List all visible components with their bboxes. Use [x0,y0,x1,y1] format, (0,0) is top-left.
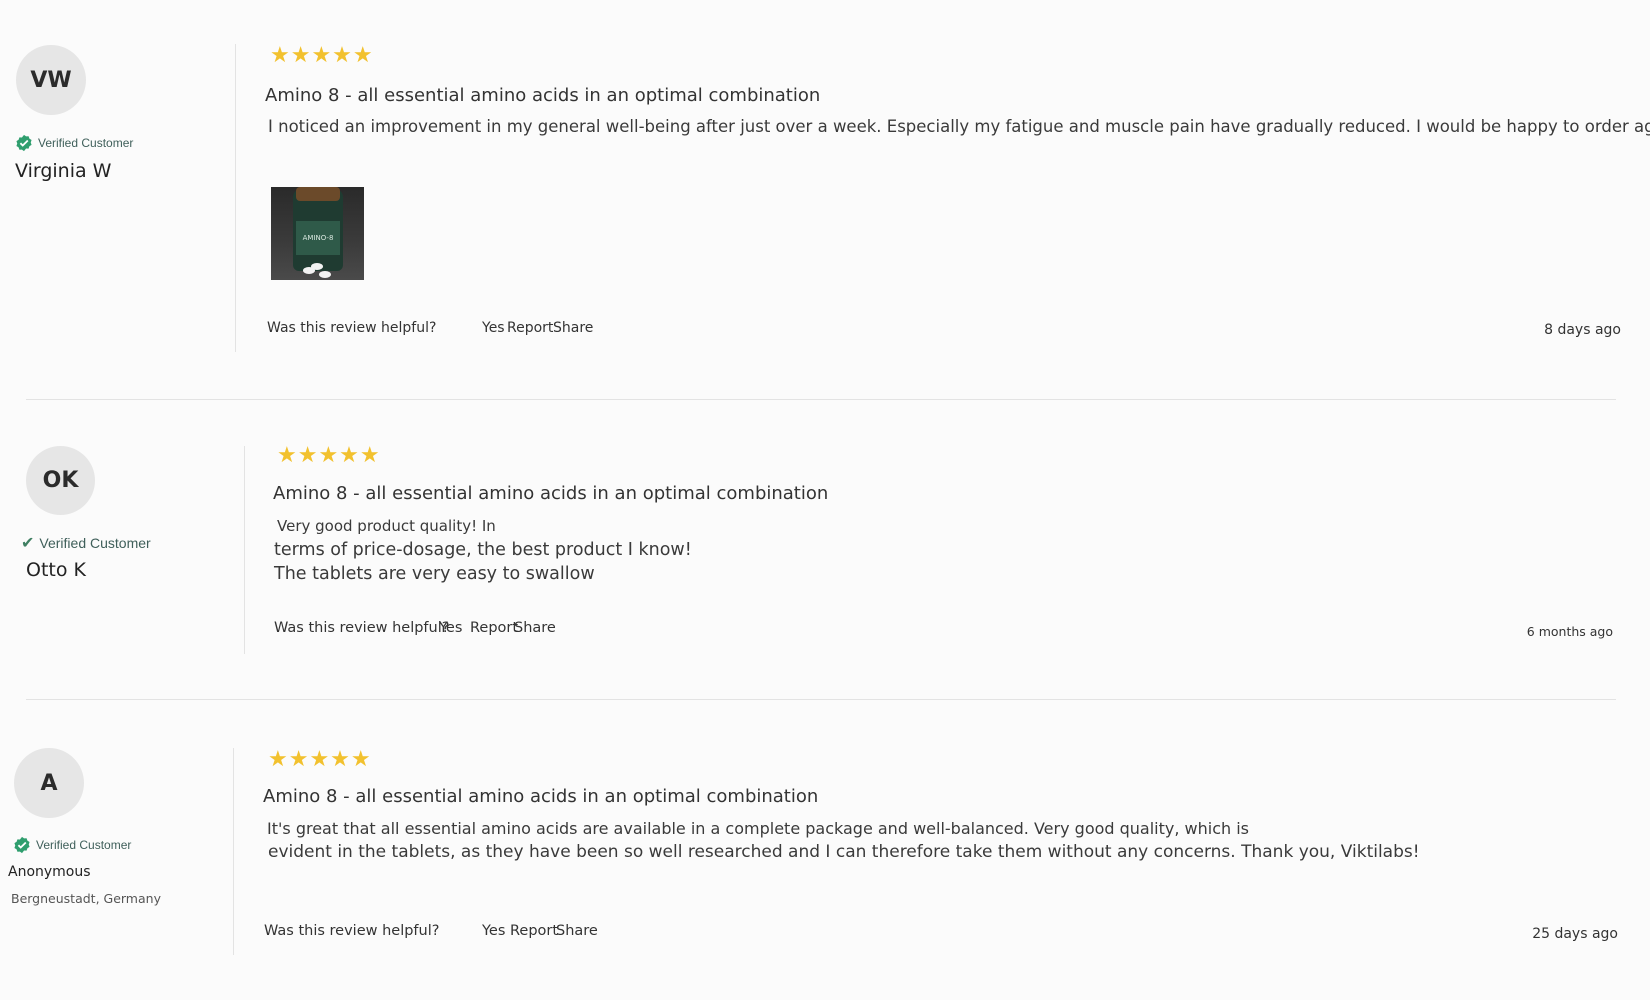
share-button[interactable]: Share [556,923,598,939]
yes-button[interactable]: Yes [482,320,505,336]
review-body-line: It's great that all essential amino acid… [267,819,1250,838]
reviewer-name: Virginia W [15,160,112,182]
checkmark-icon: ✔ [21,535,35,552]
divider [244,446,245,654]
review-body: I noticed an improvement in my general w… [268,117,1650,136]
divider [235,44,236,352]
review-body-line: Very good product quality! In [277,517,496,535]
helpful-prompt: Was this review helpful? [274,620,450,636]
verified-label: Verified Customer [38,136,134,150]
review-title: Amino 8 - all essential amino acids in a… [265,85,821,106]
bottle-label: AMINO-8 [296,221,340,255]
reviewer-location: Bergneustadt, Germany [11,891,161,906]
star-rating: ★★★★★ [270,43,374,68]
divider [233,748,234,955]
review-date: 8 days ago [1544,322,1621,338]
star-rating: ★★★★★ [277,443,381,468]
review-date: 25 days ago [1532,926,1618,942]
review-title: Amino 8 - all essential amino acids in a… [273,483,829,504]
review-date: 6 months ago [1526,624,1613,639]
avatar: OK [26,446,95,515]
reviewer-name: Otto K [26,559,86,581]
verified-label: Verified Customer [36,838,132,852]
review-separator [26,399,1616,400]
verified-badge-icon [15,134,33,152]
reviewer-name: Anonymous [8,864,91,880]
yes-button[interactable]: Yes [482,923,505,939]
helpful-prompt: Was this review helpful? [264,923,440,939]
review-body-line: The tablets are very easy to swallow [274,564,595,584]
report-button[interactable]: Report [507,320,553,336]
review-image[interactable]: AMINO-8 [271,187,364,280]
verified-customer-badge: Verified Customer [13,836,131,854]
review-title: Amino 8 - all essential amino acids in a… [263,786,819,807]
review-separator [26,699,1616,700]
report-button[interactable]: Report [470,620,518,636]
verified-customer-badge: ✔ Verified Customer [21,533,151,553]
yes-button[interactable]: Yes [439,620,462,636]
share-button[interactable]: Share [553,320,593,336]
pill [311,263,323,270]
share-button[interactable]: Share [514,620,556,636]
helpful-prompt: Was this review helpful? [267,320,437,336]
verified-customer-badge: Verified Customer [15,134,133,152]
avatar: A [14,748,84,818]
pill [319,271,331,278]
review-body-line: evident in the tablets, as they have bee… [268,842,1420,862]
report-button[interactable]: Report [510,923,558,939]
bottle-cap [296,187,340,201]
avatar: VW [16,45,86,115]
review-body-line: terms of price-dosage, the best product … [274,540,692,560]
verified-badge-icon [13,836,31,854]
star-rating: ★★★★★ [268,747,372,772]
verified-label: Verified Customer [39,535,151,551]
